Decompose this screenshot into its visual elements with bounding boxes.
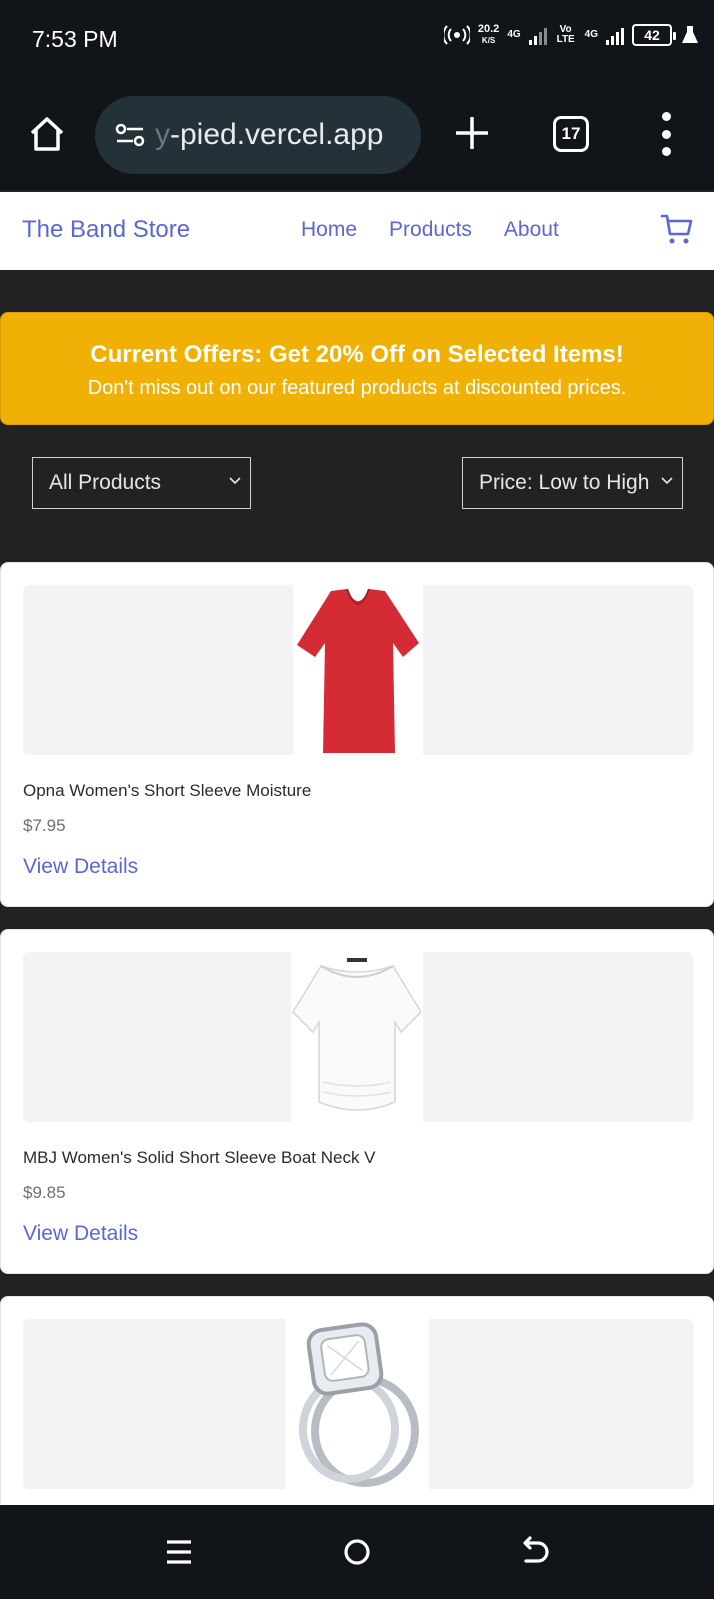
flask-icon — [682, 26, 698, 43]
net-speed: 20.2 K/S — [477, 23, 500, 46]
chevron-down-icon — [661, 477, 673, 485]
address-bar[interactable]: y-pied.vercel.app — [95, 96, 421, 174]
battery-icon: 42 — [632, 24, 676, 46]
signal-icon-2 — [606, 25, 624, 45]
product-image-area[interactable] — [23, 1319, 693, 1489]
product-image-area[interactable] — [23, 585, 693, 755]
product-price: $9.85 — [23, 1183, 66, 1202]
tune-icon[interactable] — [113, 120, 147, 150]
status-bar: 7:53 PM 20.2 K/S 4G Vo LTE 4G 42 — [0, 0, 714, 80]
diamond-ring-image — [299, 1322, 419, 1487]
nav-about[interactable]: About — [504, 218, 559, 242]
chevron-down-icon — [229, 477, 241, 485]
sim2-type: 4G — [584, 29, 598, 40]
product-card[interactable]: Opna Women's Short Sleeve Moisture $7.95… — [0, 562, 714, 907]
main-nav: Home Products About — [301, 218, 559, 242]
more-vert-icon[interactable] — [660, 112, 672, 156]
hotspot-icon — [443, 25, 470, 45]
red-tshirt-image — [297, 588, 419, 753]
offer-title: Current Offers: Get 20% Off on Selected … — [90, 341, 624, 368]
status-time: 7:53 PM — [32, 26, 118, 52]
home-icon[interactable] — [26, 113, 68, 155]
back-icon[interactable] — [518, 1535, 552, 1569]
product-price: $7.95 — [23, 816, 66, 835]
volte-label: Vo LTE — [556, 24, 575, 45]
offer-subtitle: Don't miss out on our featured products … — [87, 377, 627, 399]
product-name: Opna Women's Short Sleeve Moisture — [23, 781, 312, 800]
tabs-button[interactable]: 17 — [553, 116, 589, 152]
cart-icon[interactable] — [660, 212, 694, 246]
url-text: y-pied.vercel.app — [155, 118, 384, 151]
sort-value: Price: Low to High — [479, 471, 650, 494]
nav-home[interactable]: Home — [301, 218, 357, 242]
product-card[interactable] — [0, 1296, 714, 1536]
category-select[interactable]: All Products — [32, 457, 251, 509]
status-icons: 20.2 K/S 4G Vo LTE 4G 42 — [443, 23, 700, 46]
signal-icon — [528, 25, 547, 45]
nav-products[interactable]: Products — [389, 218, 472, 242]
home-circle-icon[interactable] — [340, 1535, 374, 1569]
system-nav-bar — [0, 1505, 714, 1599]
brand-logo[interactable]: The Band Store — [22, 216, 190, 244]
sort-select[interactable]: Price: Low to High — [462, 457, 683, 509]
sim1-type: 4G — [507, 29, 521, 40]
menu-icon[interactable] — [162, 1535, 196, 1569]
browser-toolbar: y-pied.vercel.app 17 — [0, 80, 714, 190]
white-top-image — [292, 958, 422, 1111]
offer-banner: Current Offers: Get 20% Off on Selected … — [0, 312, 714, 425]
view-details-link[interactable]: View Details — [23, 1222, 138, 1246]
site-header: The Band Store Home Products About — [0, 192, 714, 270]
product-card[interactable]: MBJ Women's Solid Short Sleeve Boat Neck… — [0, 929, 714, 1274]
product-image-area[interactable] — [23, 952, 693, 1122]
category-value: All Products — [49, 471, 162, 494]
view-details-link[interactable]: View Details — [23, 855, 138, 879]
tab-count: 17 — [561, 124, 581, 143]
plus-icon[interactable] — [452, 113, 492, 153]
product-name: MBJ Women's Solid Short Sleeve Boat Neck… — [23, 1148, 376, 1167]
